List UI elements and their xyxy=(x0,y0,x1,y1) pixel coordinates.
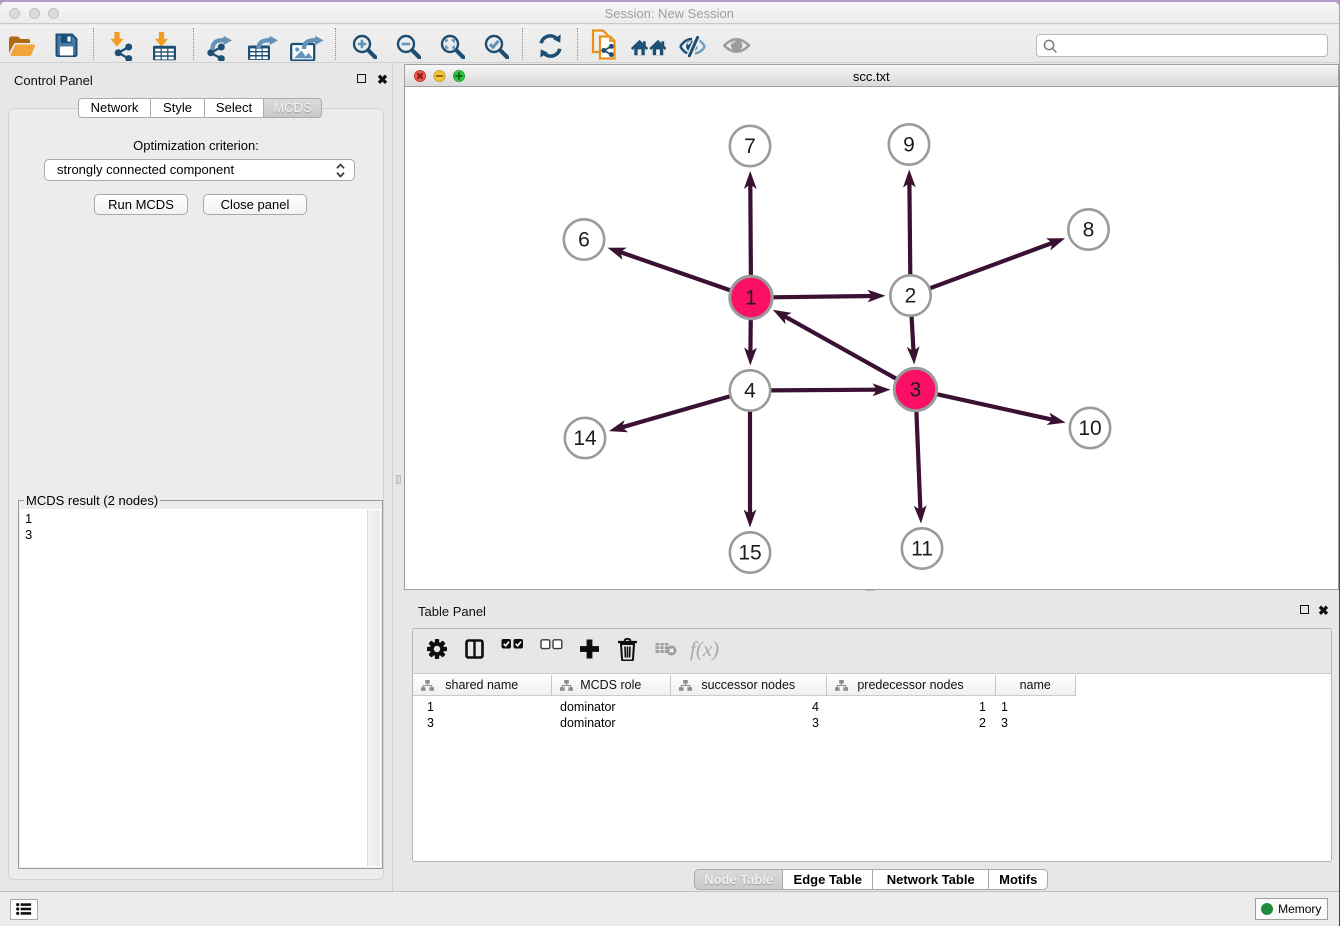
svg-text:4: 4 xyxy=(744,380,756,403)
svg-text:15: 15 xyxy=(738,542,761,565)
svg-text:8: 8 xyxy=(1083,219,1095,242)
svg-text:7: 7 xyxy=(744,135,756,158)
svg-text:2: 2 xyxy=(905,285,917,308)
svg-text:11: 11 xyxy=(911,538,933,561)
svg-text:3: 3 xyxy=(910,379,922,402)
svg-text:14: 14 xyxy=(573,427,597,450)
svg-text:9: 9 xyxy=(903,134,915,157)
svg-text:10: 10 xyxy=(1078,417,1101,440)
svg-text:1: 1 xyxy=(745,287,757,310)
svg-text:6: 6 xyxy=(578,229,590,252)
